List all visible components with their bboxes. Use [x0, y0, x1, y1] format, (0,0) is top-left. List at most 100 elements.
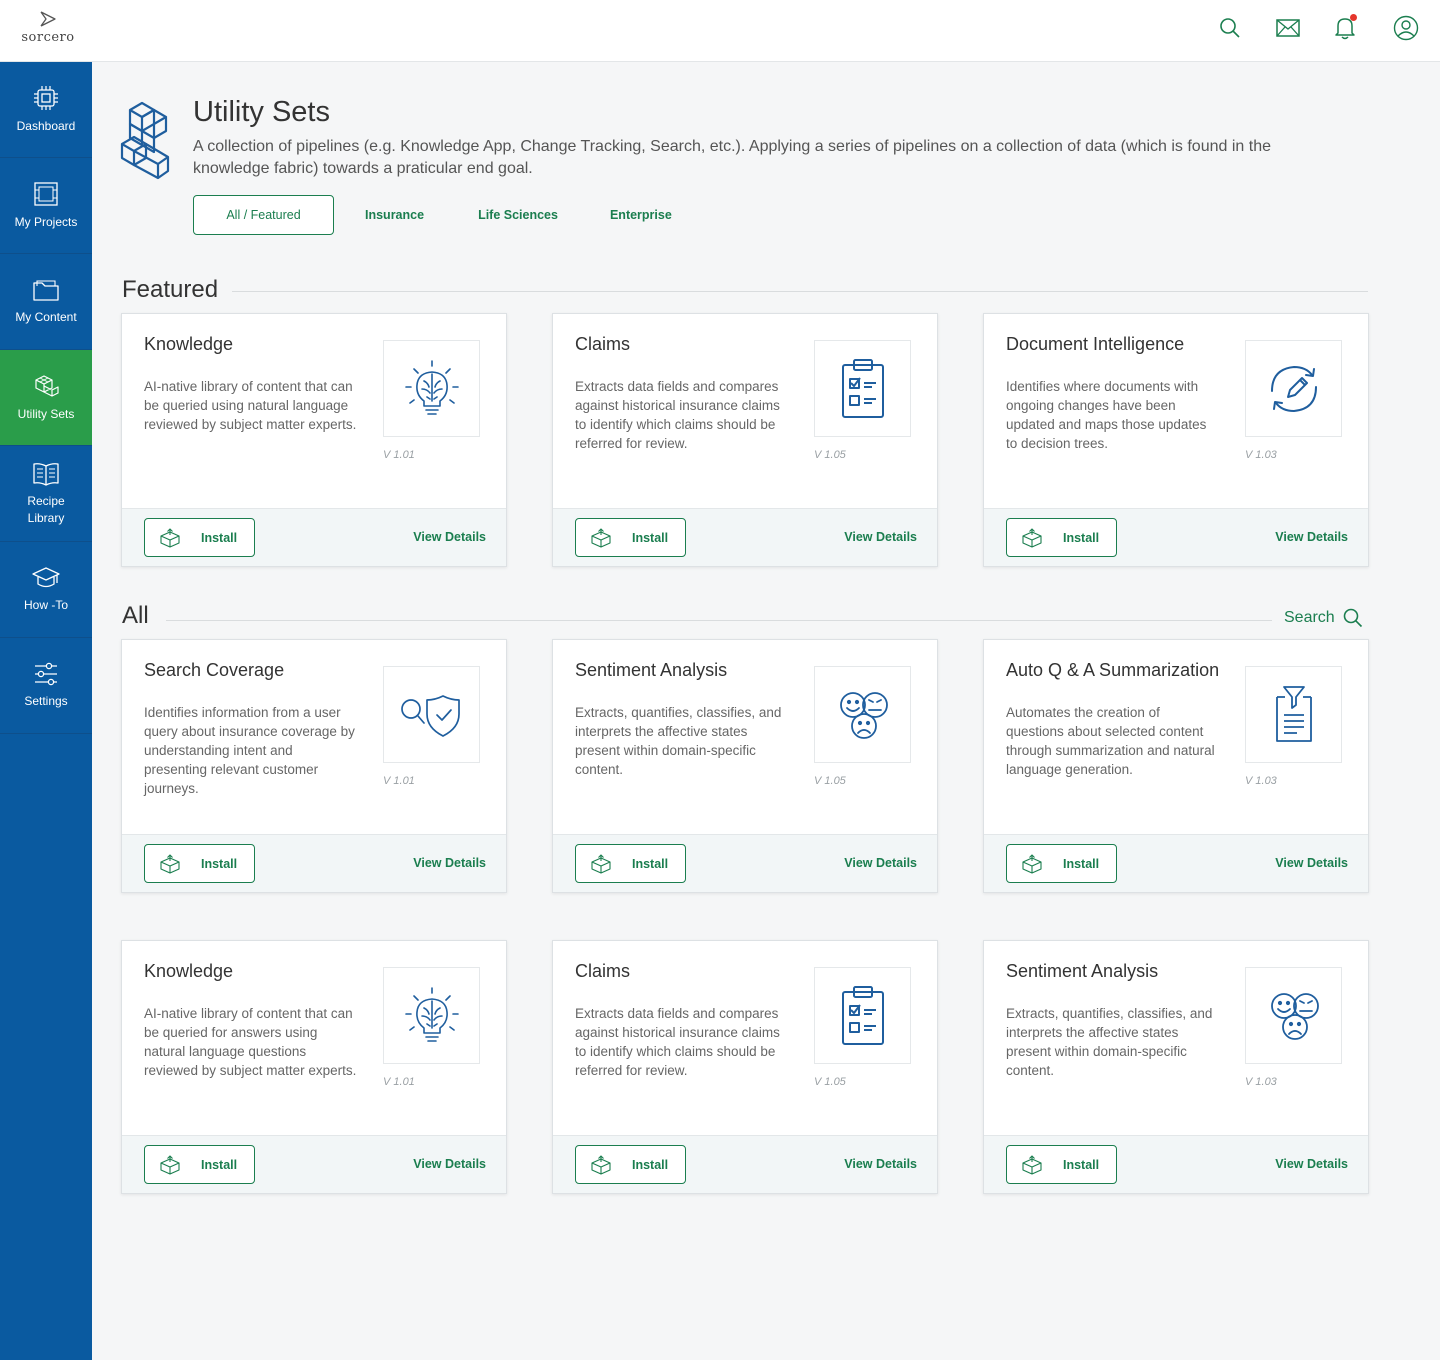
install-label: Install	[632, 530, 669, 545]
card-title: Knowledge	[144, 334, 234, 354]
card-description: Extracts data fields and compares agains…	[575, 379, 780, 451]
sidebar-item-label: Utility Sets	[17, 407, 75, 421]
card-description: AI-native library of content that can be…	[144, 379, 357, 432]
card-description: Identifies where documents with ongoing …	[1006, 379, 1207, 451]
install-button[interactable]: Install	[144, 844, 255, 883]
utility-sets-hero-icon	[118, 100, 174, 187]
brain-bulb-icon	[383, 340, 480, 437]
bell-icon[interactable]	[1331, 14, 1359, 42]
refresh-edit-icon	[1245, 340, 1342, 437]
sidebar-item-label: Settings	[24, 694, 68, 708]
mail-icon[interactable]	[1274, 14, 1302, 42]
tab-enterprise[interactable]: Enterprise	[610, 195, 672, 235]
install-label: Install	[201, 1157, 238, 1172]
install-button[interactable]: Install	[1006, 1145, 1117, 1184]
card-version: V 1.01	[383, 775, 415, 787]
sidebar-item-how-to[interactable]: How -To	[0, 542, 92, 638]
utility-card: Knowledge AI-native library of content th…	[121, 940, 507, 1194]
card-footer: Install View Details	[122, 1135, 506, 1193]
install-button[interactable]: Install	[1006, 844, 1117, 883]
install-label: Install	[632, 1157, 669, 1172]
box-icon	[160, 1154, 180, 1175]
card-description: AI-native library of content that can be…	[144, 1006, 357, 1078]
install-label: Install	[201, 530, 238, 545]
utility-card: Sentiment Analysis Extracts, quantifies, …	[983, 940, 1369, 1194]
view-details-link[interactable]: View Details	[1275, 530, 1348, 544]
install-label: Install	[1063, 856, 1100, 871]
install-button[interactable]: Install	[575, 518, 686, 557]
sidebar-item-my-projects[interactable]: My Projects	[0, 158, 92, 254]
card-title: Auto Q & A Summarization	[1006, 660, 1220, 680]
view-details-link[interactable]: View Details	[1275, 1157, 1348, 1171]
install-label: Install	[1063, 530, 1100, 545]
brand-name: sorcero	[21, 30, 75, 45]
card-description: Extracts, quantifies, classifies, and in…	[575, 705, 782, 777]
install-button[interactable]: Install	[1006, 518, 1117, 557]
brain-bulb-icon	[383, 967, 480, 1064]
all-divider	[166, 620, 1272, 621]
view-details-link[interactable]: View Details	[1275, 856, 1348, 870]
utility-card: Knowledge AI-native library of content th…	[121, 313, 507, 567]
sidebar-item-recipe-library[interactable]: Recipe Library	[0, 446, 92, 542]
sidebar-item-label: How -To	[23, 598, 68, 612]
install-label: Install	[1063, 1157, 1100, 1172]
card-footer: Install View Details	[553, 1135, 937, 1193]
search-link[interactable]: Search	[1284, 608, 1363, 628]
box-icon	[1022, 1154, 1042, 1175]
logo[interactable]: sorcero	[18, 10, 78, 45]
view-details-link[interactable]: View Details	[413, 856, 486, 870]
page-title: Utility Sets	[193, 96, 330, 128]
search-shield-icon	[383, 666, 480, 763]
card-title: Document Intelligence	[1006, 334, 1185, 354]
install-button[interactable]: Install	[144, 518, 255, 557]
blueprint-icon	[34, 182, 58, 206]
folder-icon	[33, 280, 59, 301]
card-version: V 1.05	[814, 449, 846, 461]
card-version: V 1.03	[1245, 775, 1277, 787]
card-version: V 1.05	[814, 775, 846, 787]
card-footer: Install View Details	[984, 508, 1368, 566]
user-icon[interactable]	[1392, 14, 1420, 42]
utility-card: Auto Q & A Summarization Automates the cr…	[983, 639, 1369, 893]
card-description: Identifies information from a user query…	[144, 705, 355, 796]
install-label: Install	[632, 856, 669, 871]
card-description: Extracts data fields and compares agains…	[575, 1006, 780, 1078]
box-icon	[1022, 527, 1042, 548]
clipboard-icon	[814, 340, 911, 437]
chip-icon	[34, 86, 58, 110]
sidebar-item-dashboard[interactable]: Dashboard	[0, 62, 92, 158]
card-title: Claims	[575, 334, 631, 354]
box-icon	[160, 853, 180, 874]
card-footer: Install View Details	[984, 834, 1368, 892]
card-version: V 1.01	[383, 1076, 415, 1088]
view-details-link[interactable]: View Details	[413, 1157, 486, 1171]
view-details-link[interactable]: View Details	[413, 530, 486, 544]
sidebar-item-label: Dashboard	[16, 119, 76, 133]
card-description: Automates the creation of questions abou…	[1006, 705, 1215, 777]
sidebar-item-my-content[interactable]: My Content	[0, 254, 92, 350]
faces-icon	[814, 666, 911, 763]
tab-insurance[interactable]: Insurance	[365, 195, 424, 235]
top-bar: sorcero	[0, 0, 1440, 62]
sidebar-item-utility-sets[interactable]: Utility Sets	[0, 350, 92, 446]
install-button[interactable]: Install	[144, 1145, 255, 1184]
sidebar-item-label: My Projects	[14, 215, 78, 229]
view-details-link[interactable]: View Details	[844, 1157, 917, 1171]
sliders-icon	[35, 662, 57, 686]
logo-mark-icon	[40, 11, 56, 27]
tab-life-sciences[interactable]: Life Sciences	[478, 195, 558, 235]
card-title: Sentiment Analysis	[575, 660, 728, 680]
view-details-link[interactable]: View Details	[844, 856, 917, 870]
view-details-link[interactable]: View Details	[844, 530, 917, 544]
install-button[interactable]: Install	[575, 1145, 686, 1184]
funnel-doc-icon	[1245, 666, 1342, 763]
utility-card: Sentiment Analysis Extracts, quantifies, …	[552, 639, 938, 893]
sidebar-item-settings[interactable]: Settings	[0, 638, 92, 734]
search-icon[interactable]	[1216, 14, 1244, 42]
card-version: V 1.05	[814, 1076, 846, 1088]
card-footer: Install View Details	[122, 834, 506, 892]
box-icon	[1022, 853, 1042, 874]
clipboard-icon	[814, 967, 911, 1064]
install-button[interactable]: Install	[575, 844, 686, 883]
tab-all-featured[interactable]: All / Featured	[193, 195, 334, 235]
